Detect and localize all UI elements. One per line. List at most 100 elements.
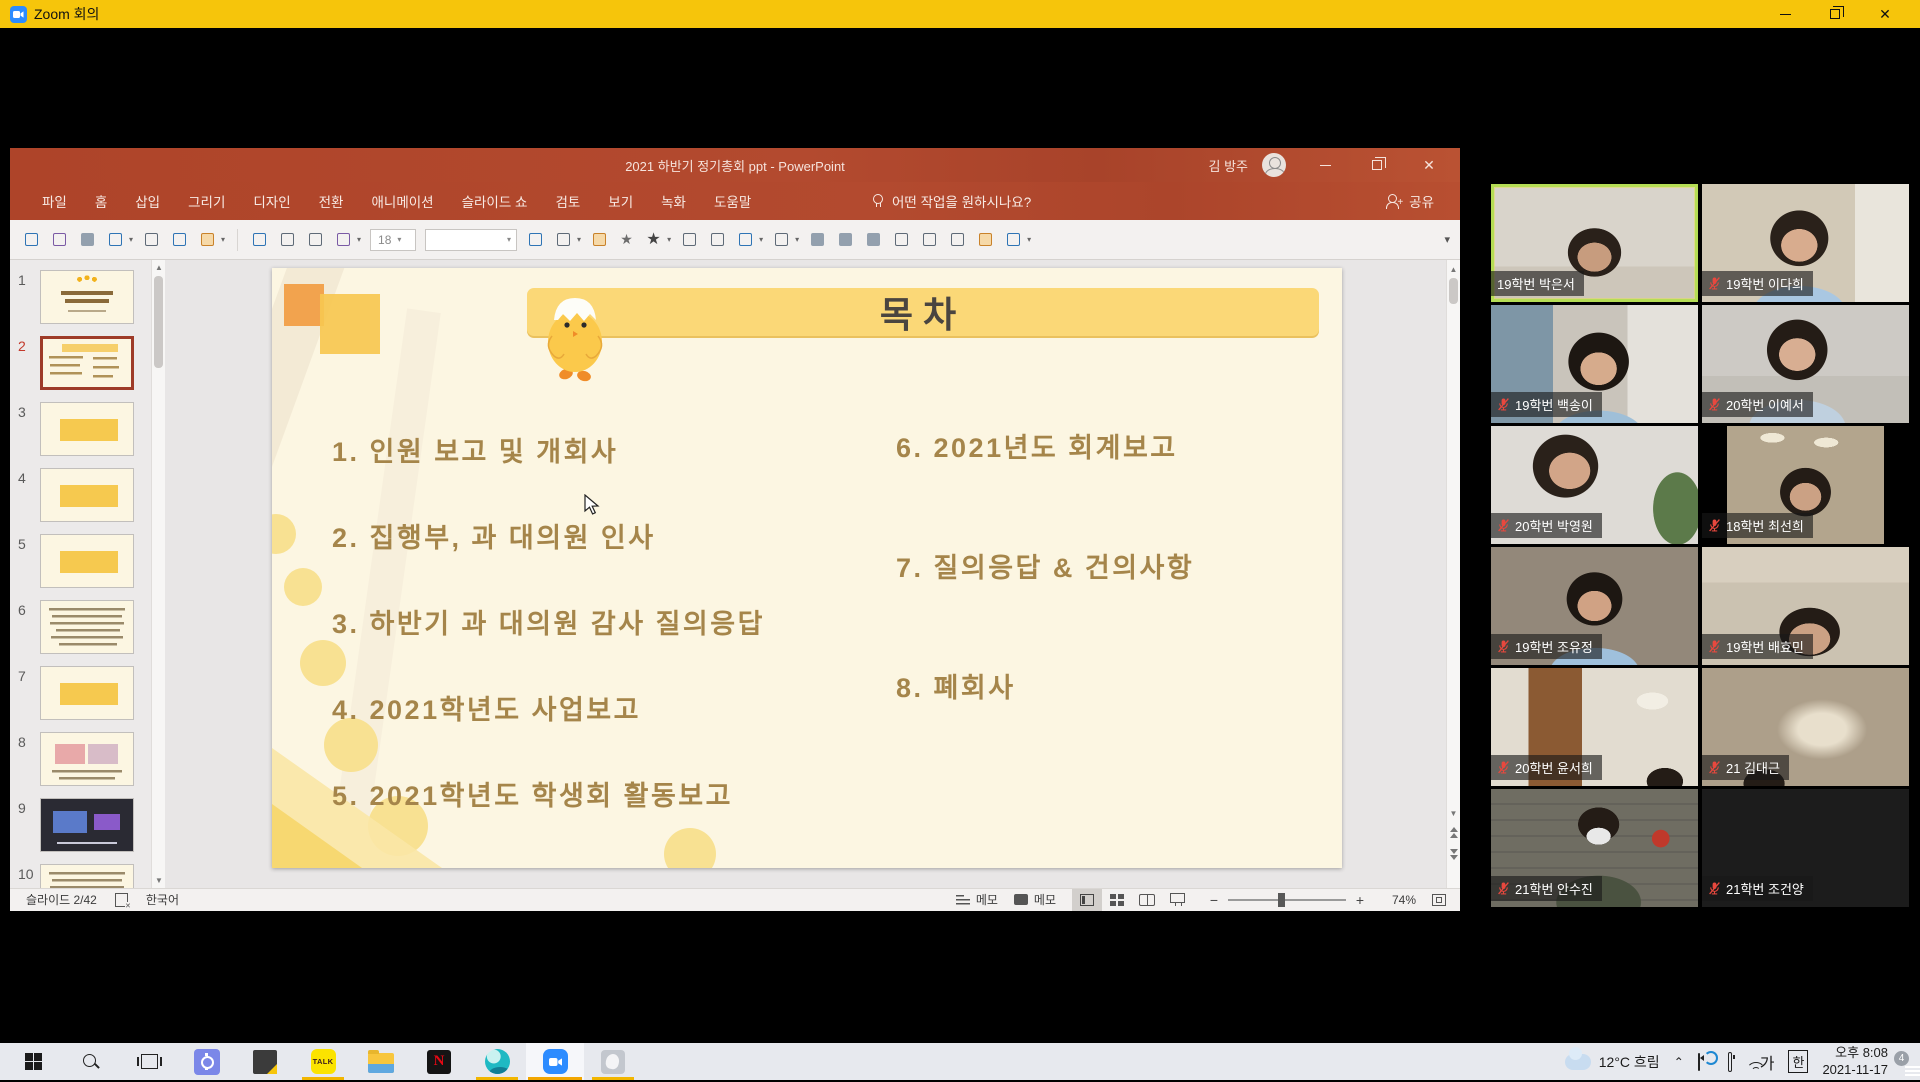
participant-tile[interactable]: 18학번 최선희 [1702,426,1909,544]
align-justify-icon[interactable] [708,230,727,249]
layout-icon[interactable] [278,230,297,249]
notes-button[interactable]: 메모 [956,891,998,908]
slide-thumbnail[interactable]: 3 [10,402,165,462]
battery-icon[interactable] [1728,1054,1732,1070]
canvas-scrollbar[interactable]: ▲ ▼ [1446,260,1460,888]
taskbar-app-ghostapp[interactable] [584,1043,642,1080]
reading-view-button[interactable] [1132,889,1162,911]
slide-thumbnail[interactable]: 2 [10,336,165,396]
zoom-minimize-button[interactable] [1774,5,1796,23]
text-box-icon[interactable] [526,230,545,249]
ppt-close-button[interactable]: ✕ [1418,156,1440,174]
participant-tile[interactable]: 21학번 조건양 [1702,789,1909,907]
zoom-slider-thumb[interactable] [1278,893,1285,907]
scroll-down-arrow[interactable]: ▼ [152,873,165,888]
ribbon-tab[interactable]: 홈 [81,183,121,219]
font-name-combobox[interactable]: ▾ [425,229,517,251]
rotate-icon[interactable] [948,230,967,249]
taskbar-app-settings[interactable] [178,1043,236,1080]
distribute-icon[interactable] [920,230,939,249]
ribbon-tab[interactable]: 보기 [594,183,647,219]
zoom-slider[interactable] [1228,899,1346,901]
new-slide-icon[interactable] [250,230,269,249]
redo-icon[interactable] [142,230,161,249]
participant-tile[interactable]: 21 김대근 [1702,668,1909,786]
slide-thumbnail[interactable]: 4 [10,468,165,528]
group-icon[interactable] [772,230,791,249]
participant-tile[interactable]: 20학번 이예서 [1702,305,1909,423]
ribbon-tab[interactable]: 도움말 [700,183,765,219]
slide-title-banner[interactable]: 목차 [527,288,1319,336]
zoom-out-button[interactable]: − [1208,892,1220,908]
format-painter-icon[interactable] [1004,230,1023,249]
ribbon-tab[interactable]: 삽입 [121,183,174,219]
next-slide-button[interactable] [1448,848,1460,862]
slide-thumbnail-image[interactable] [40,336,134,390]
shape-star-filled-icon[interactable] [644,230,663,249]
zoom-tray-icon[interactable] [1698,1054,1700,1070]
ribbon-tab[interactable]: 파일 [28,183,81,219]
taskbar-app-taskview[interactable] [120,1043,178,1080]
ppt-account-name[interactable]: 김 방주 [1209,156,1249,175]
ppt-account-avatar[interactable] [1262,153,1286,177]
pen-icon[interactable] [198,230,217,249]
proofing-icon[interactable] [115,893,128,907]
slide-thumbnail[interactable]: 9 [10,798,165,858]
participant-tile[interactable]: 21학번 안수진 [1491,789,1698,907]
align-objects-icon[interactable] [892,230,911,249]
ribbon-tab[interactable]: 애니메이션 [357,183,447,219]
slide-thumbnail-image[interactable] [40,732,134,786]
participant-tile[interactable]: 20학번 박영원 [1491,426,1698,544]
slide-thumbnail-image[interactable] [40,468,134,522]
comments-button[interactable]: 메모 [1014,891,1056,908]
scroll-down-arrow[interactable]: ▼ [1447,806,1460,821]
participant-tile[interactable]: 19학번 이다희 [1702,184,1909,302]
zoom-maximize-button[interactable] [1824,5,1846,23]
print-icon[interactable] [78,230,97,249]
participant-tile[interactable]: 19학번 박은서 [1491,184,1698,302]
slide-thumbnail-image[interactable] [40,270,134,324]
ime-korean-indicator[interactable]: 한 [1788,1050,1808,1073]
slide-size-icon[interactable] [976,230,995,249]
ribbon-tab[interactable]: 녹화 [647,183,700,219]
reset-icon[interactable] [306,230,325,249]
save-icon[interactable] [22,230,41,249]
taskbar-app-notepad[interactable] [236,1043,294,1080]
slide-thumbnail[interactable]: 7 [10,666,165,726]
toolbar-overflow-button[interactable]: ▾ [1444,233,1460,246]
participant-tile[interactable]: 20학번 윤서희 [1491,668,1698,786]
share-button[interactable]: + 공유 [1386,191,1460,211]
ribbon-tab[interactable]: 전환 [305,183,358,219]
font-color-icon[interactable] [334,230,353,249]
slide-thumbnail[interactable]: 10 [10,864,165,888]
participant-tile[interactable]: 19학번 백송이 [1491,305,1698,423]
slide-thumbnail-image[interactable] [40,534,134,588]
arrange-icon[interactable] [864,230,883,249]
thumbnail-scrollbar[interactable]: ▲ ▼ [151,260,165,888]
slide-editing-area[interactable]: 목차 1 [165,260,1446,888]
language-indicator[interactable]: 한국어 [146,891,179,908]
zoom-in-button[interactable]: + [1354,892,1366,908]
taskbar-app-start[interactable] [4,1043,62,1080]
ribbon-tab[interactable]: 그리기 [174,183,239,219]
participant-tile[interactable]: 19학번 배효민 [1702,547,1909,665]
shape-merge-icon[interactable] [736,230,755,249]
slide-thumbnail-image[interactable] [40,798,134,852]
undo-icon[interactable] [106,230,125,249]
ime-mode-indicator[interactable]: 가 [1760,1050,1775,1074]
taskbar-app-kakaotalk[interactable]: TALK [294,1043,352,1080]
fit-to-window-button[interactable] [1432,894,1446,906]
previous-slide-button[interactable] [1448,826,1460,840]
taskbar-app-zoom[interactable] [526,1043,584,1080]
scrollbar-thumb[interactable] [1449,278,1458,304]
ppt-minimize-button[interactable] [1314,156,1336,174]
zoom-close-button[interactable]: ✕ [1874,5,1896,23]
slide-thumbnail-image[interactable] [40,864,134,888]
slide-thumbnail[interactable]: 5 [10,534,165,594]
zoom-percentage[interactable]: 74% [1382,893,1416,907]
hidden-icons-chevron[interactable]: ⌃ [1674,1055,1684,1069]
taskbar-app-whale[interactable] [468,1043,526,1080]
ribbon-tab[interactable]: 검토 [541,183,594,219]
shape-star-icon[interactable] [618,230,635,249]
scroll-up-arrow[interactable]: ▲ [1447,262,1460,277]
